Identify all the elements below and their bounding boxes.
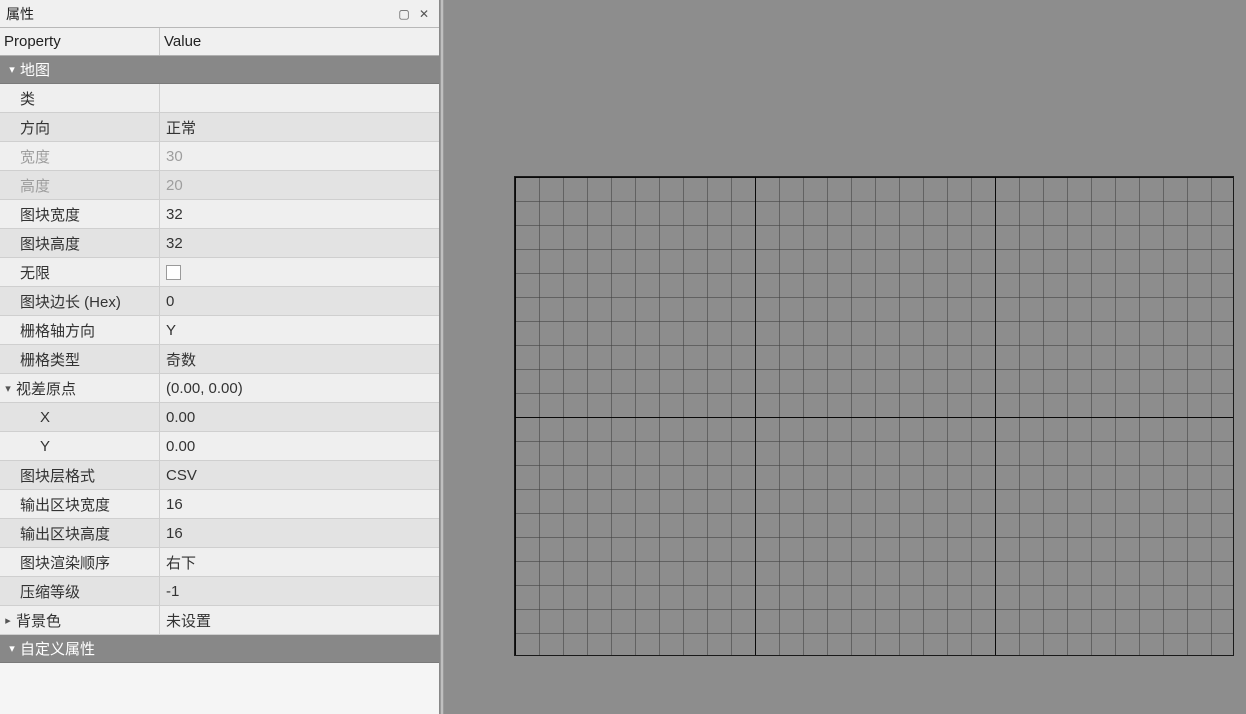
prop-value: 20	[160, 171, 439, 199]
prop-label: X	[40, 409, 50, 426]
prop-value[interactable]: 0.00	[160, 403, 439, 431]
prop-label: 压缩等级	[20, 581, 80, 602]
prop-row-render-order[interactable]: 图块渲染顺序 右下	[0, 548, 439, 577]
group-custom-properties[interactable]: ▾ 自定义属性	[0, 635, 439, 663]
infinite-checkbox[interactable]	[166, 265, 181, 280]
prop-label: 图块渲染顺序	[20, 552, 110, 573]
prop-label: 栅格轴方向	[20, 320, 95, 341]
prop-row-width: 宽度 30	[0, 142, 439, 171]
property-tree[interactable]: ▾ 地图 类 方向 正常 宽度 30 高度 20 图块宽度 32 图块高度 32	[0, 56, 439, 714]
prop-row-layer-format[interactable]: 图块层格式 CSV	[0, 461, 439, 490]
group-map-label: 地图	[20, 59, 50, 80]
prop-value[interactable]: Y	[160, 316, 439, 344]
prop-value[interactable]: 正常	[160, 113, 439, 141]
prop-row-parallax-y[interactable]: Y 0.00	[0, 432, 439, 461]
prop-value[interactable]: 0	[160, 287, 439, 315]
prop-value[interactable]: 奇数	[160, 345, 439, 373]
panel-titlebar: 属性 ▢ ✕	[0, 0, 439, 28]
prop-label: 输出区块高度	[20, 523, 110, 544]
map-canvas-area[interactable]	[444, 0, 1246, 714]
prop-row-height: 高度 20	[0, 171, 439, 200]
prop-row-stagger-axis[interactable]: 栅格轴方向 Y	[0, 316, 439, 345]
chevron-down-icon: ▾	[4, 63, 20, 76]
prop-row-stagger-index[interactable]: 栅格类型 奇数	[0, 345, 439, 374]
prop-value[interactable]: 0.00	[160, 432, 439, 460]
panel-close-icon[interactable]: ✕	[415, 5, 433, 23]
prop-value[interactable]: (0.00, 0.00)	[160, 374, 439, 402]
prop-value[interactable]: 32	[160, 200, 439, 228]
prop-label: 宽度	[20, 146, 50, 167]
panel-title: 属性	[6, 4, 393, 24]
map-grid[interactable]	[514, 176, 1234, 656]
prop-label: 栅格类型	[20, 349, 80, 370]
prop-label: 输出区块宽度	[20, 494, 110, 515]
prop-label: 图块层格式	[20, 465, 95, 486]
prop-row-class[interactable]: 类	[0, 84, 439, 113]
prop-value[interactable]: 未设置	[160, 606, 439, 634]
prop-row-tile-width[interactable]: 图块宽度 32	[0, 200, 439, 229]
col-header-value[interactable]: Value	[160, 28, 439, 55]
panel-float-icon[interactable]: ▢	[395, 5, 413, 23]
prop-value[interactable]: 16	[160, 519, 439, 547]
prop-label: 视差原点	[16, 378, 76, 399]
prop-label: 图块高度	[20, 233, 80, 254]
prop-row-tile-height[interactable]: 图块高度 32	[0, 229, 439, 258]
prop-row-orientation[interactable]: 方向 正常	[0, 113, 439, 142]
prop-row-chunk-width[interactable]: 输出区块宽度 16	[0, 490, 439, 519]
prop-row-hex-side[interactable]: 图块边长 (Hex) 0	[0, 287, 439, 316]
property-column-headers: Property Value	[0, 28, 439, 56]
prop-label: 高度	[20, 175, 50, 196]
prop-row-bg-color[interactable]: ▸背景色 未设置	[0, 606, 439, 635]
prop-row-infinite[interactable]: 无限	[0, 258, 439, 287]
prop-row-parallax-origin[interactable]: ▾视差原点 (0.00, 0.00)	[0, 374, 439, 403]
prop-label: 图块边长 (Hex)	[20, 291, 121, 312]
prop-label: 图块宽度	[20, 204, 80, 225]
prop-label: Y	[40, 438, 50, 455]
prop-value[interactable]	[160, 84, 439, 112]
prop-label: 方向	[20, 117, 50, 138]
prop-value[interactable]: 16	[160, 490, 439, 518]
prop-value[interactable]: 右下	[160, 548, 439, 576]
prop-value[interactable]: 32	[160, 229, 439, 257]
prop-value[interactable]: CSV	[160, 461, 439, 489]
group-custom-label: 自定义属性	[20, 638, 95, 659]
prop-row-compression[interactable]: 压缩等级 -1	[0, 577, 439, 606]
prop-label: 类	[20, 88, 35, 109]
col-header-property[interactable]: Property	[0, 28, 160, 55]
chevron-down-icon: ▾	[0, 382, 16, 395]
prop-label: 无限	[20, 262, 50, 283]
prop-row-parallax-x[interactable]: X 0.00	[0, 403, 439, 432]
prop-value: 30	[160, 142, 439, 170]
chevron-right-icon: ▸	[0, 614, 16, 627]
properties-panel: 属性 ▢ ✕ Property Value ▾ 地图 类 方向 正常 宽度 30…	[0, 0, 440, 714]
chevron-down-icon: ▾	[4, 642, 20, 655]
prop-row-chunk-height[interactable]: 输出区块高度 16	[0, 519, 439, 548]
prop-label: 背景色	[16, 610, 61, 631]
prop-value[interactable]: -1	[160, 577, 439, 605]
group-map[interactable]: ▾ 地图	[0, 56, 439, 84]
